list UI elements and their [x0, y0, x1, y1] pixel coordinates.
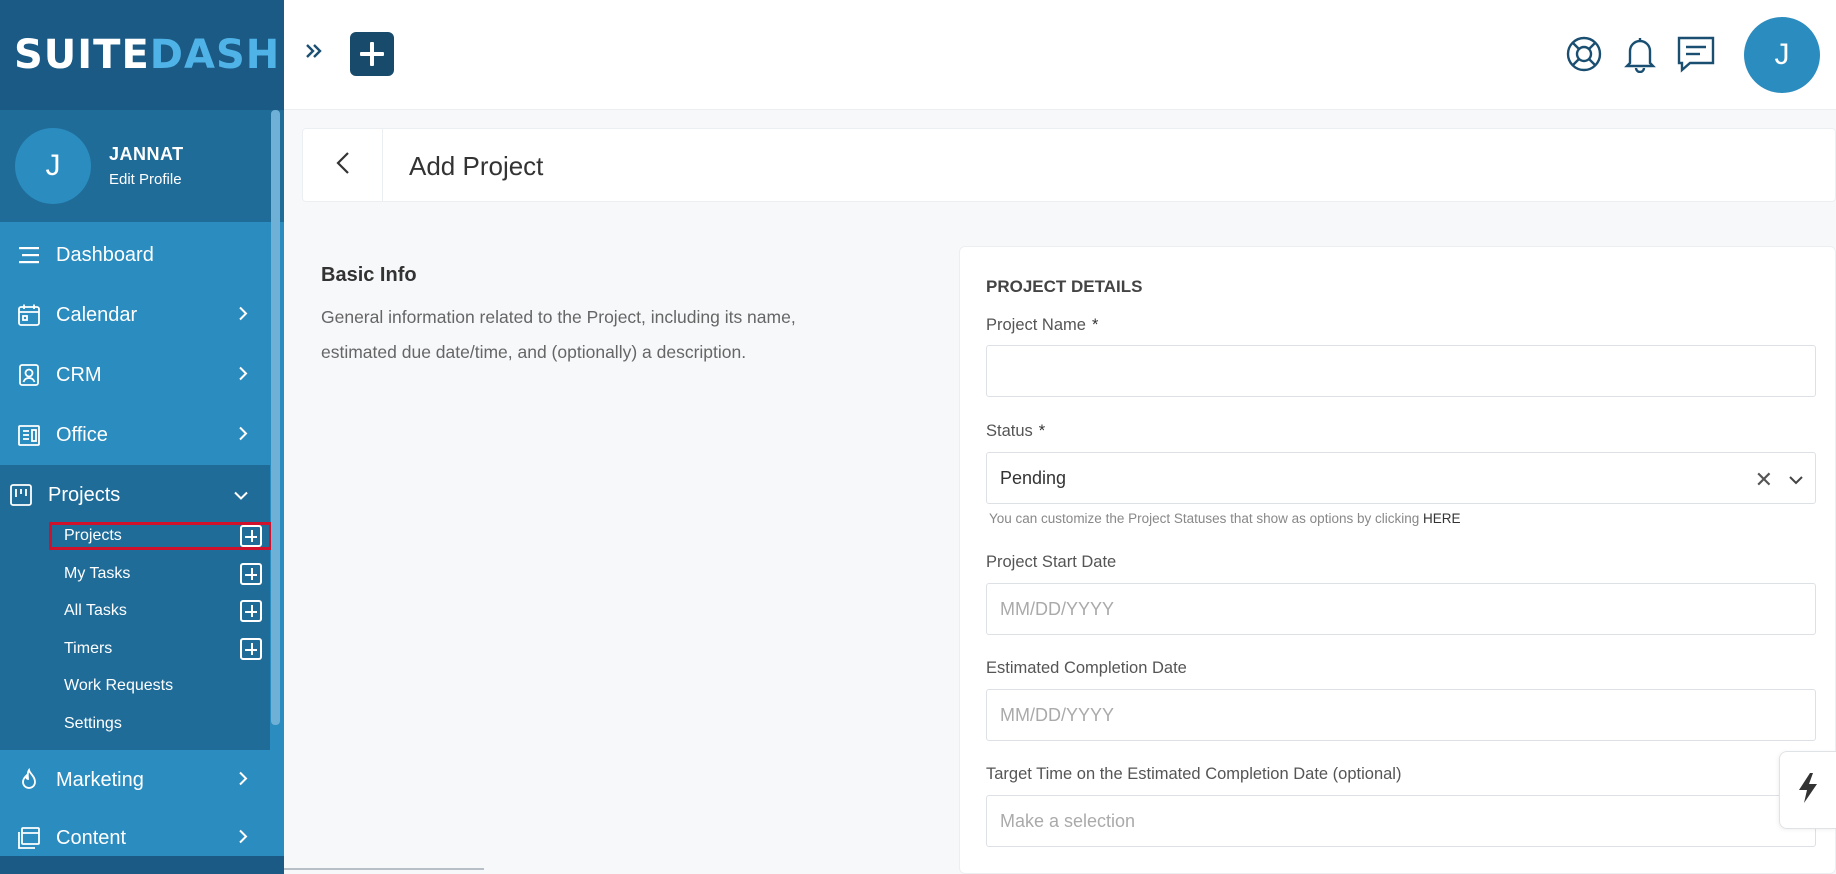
content-icon — [16, 825, 42, 851]
top-bar: J — [284, 0, 1836, 110]
completion-date-label: Estimated Completion Date — [986, 659, 1187, 677]
here-link[interactable]: HERE — [1423, 511, 1461, 526]
user-avatar[interactable]: J — [1744, 17, 1820, 93]
project-details-card: PROJECT DETAILS Project Name * Status * Pe… — [959, 246, 1836, 874]
highlight-box — [49, 522, 272, 550]
sidebar-item-dashboard[interactable]: Dashboard — [0, 225, 270, 285]
office-icon — [16, 422, 42, 448]
menu-lines-icon — [16, 242, 42, 268]
sidebar-footer — [0, 856, 284, 874]
card-title: PROJECT DETAILS — [986, 277, 1143, 296]
user-name: JANNAT — [109, 144, 184, 164]
sidebar-item-office[interactable]: Office — [0, 405, 270, 465]
user-profile: J JANNAT Edit Profile — [0, 110, 284, 222]
kanban-icon — [8, 482, 34, 508]
calendar-icon — [16, 302, 42, 328]
section-heading: Basic Info — [321, 264, 417, 286]
chevron-down-icon — [234, 484, 248, 507]
chevron-down-icon[interactable] — [1789, 469, 1803, 490]
sidebar-item-label: Office — [56, 423, 108, 446]
sidebar: SUITEDASH J JANNAT Edit Profile Dashboar… — [0, 0, 284, 874]
sidebar-item-label: Calendar — [56, 303, 138, 326]
sidebar-item-crm[interactable]: CRM — [0, 345, 270, 405]
help-lifebuoy-icon[interactable] — [1564, 34, 1604, 74]
chevron-right-icon — [238, 424, 248, 447]
sidebar-item-label: CRM — [56, 363, 102, 386]
page-title: Add Project — [409, 151, 544, 181]
back-button[interactable] — [303, 129, 383, 201]
expand-sidebar-icon[interactable] — [304, 36, 324, 68]
submenu-item-work-requests[interactable]: Work Requests — [64, 672, 173, 700]
flame-icon — [16, 767, 42, 793]
status-label: Status * — [986, 422, 1046, 440]
project-name-input[interactable] — [986, 345, 1816, 397]
horizontal-scrollbar[interactable] — [284, 868, 484, 870]
clear-icon[interactable]: ✕ — [1755, 467, 1773, 493]
required-mark: * — [1091, 316, 1099, 334]
sidebar-item-label: Projects — [48, 483, 121, 506]
chevron-right-icon — [238, 304, 248, 327]
edit-profile-link[interactable]: Edit Profile — [109, 171, 184, 188]
avatar[interactable]: J — [15, 128, 91, 204]
quick-action-button[interactable] — [1779, 751, 1836, 829]
sidebar-scrollbar[interactable] — [271, 110, 280, 725]
status-value: Pending — [1000, 467, 1067, 488]
projects-submenu — [0, 525, 270, 750]
status-hint: You can customize the Project Statuses t… — [989, 511, 1461, 526]
sidebar-item-projects[interactable]: Projects — [0, 465, 270, 525]
start-date-input[interactable]: MM/DD/YYYY — [986, 583, 1816, 635]
sidebar-item-label: Content — [56, 826, 127, 849]
contact-card-icon — [16, 362, 42, 388]
add-task-icon[interactable] — [240, 600, 262, 622]
chat-icon[interactable] — [1676, 34, 1716, 74]
bell-icon[interactable] — [1620, 34, 1660, 74]
chevron-right-icon — [238, 769, 248, 792]
sidebar-item-marketing[interactable]: Marketing — [0, 750, 270, 810]
submenu-item-all-tasks[interactable]: All Tasks — [64, 597, 127, 625]
target-time-select[interactable]: Make a selection — [986, 795, 1816, 847]
target-time-label: Target Time on the Estimated Completion … — [986, 765, 1402, 783]
submenu-item-settings[interactable]: Settings — [64, 710, 122, 738]
sidebar-item-label: Marketing — [56, 768, 144, 791]
status-select[interactable]: Pending ✕ — [986, 452, 1816, 504]
lightning-icon — [1797, 772, 1819, 809]
required-mark: * — [1038, 422, 1046, 440]
chevron-left-icon — [335, 151, 350, 180]
chevron-right-icon — [238, 827, 248, 850]
completion-date-input[interactable]: MM/DD/YYYY — [986, 689, 1816, 741]
submenu-item-my-tasks[interactable]: My Tasks — [64, 560, 130, 588]
submenu-item-timers[interactable]: Timers — [64, 635, 112, 663]
page-header: Add Project — [302, 128, 1836, 202]
suitedash-logo[interactable]: SUITEDASH — [14, 32, 280, 78]
sidebar-item-label: Dashboard — [56, 243, 154, 266]
project-name-label: Project Name * — [986, 316, 1099, 334]
sidebar-item-calendar[interactable]: Calendar — [0, 285, 270, 345]
add-timer-icon[interactable] — [240, 638, 262, 660]
section-description: General information related to the Proje… — [321, 307, 796, 362]
logo-bar: SUITEDASH — [0, 0, 284, 110]
start-date-label: Project Start Date — [986, 553, 1117, 571]
chevron-right-icon — [238, 364, 248, 387]
quick-add-button[interactable] — [350, 32, 394, 76]
add-my-task-icon[interactable] — [240, 563, 262, 585]
